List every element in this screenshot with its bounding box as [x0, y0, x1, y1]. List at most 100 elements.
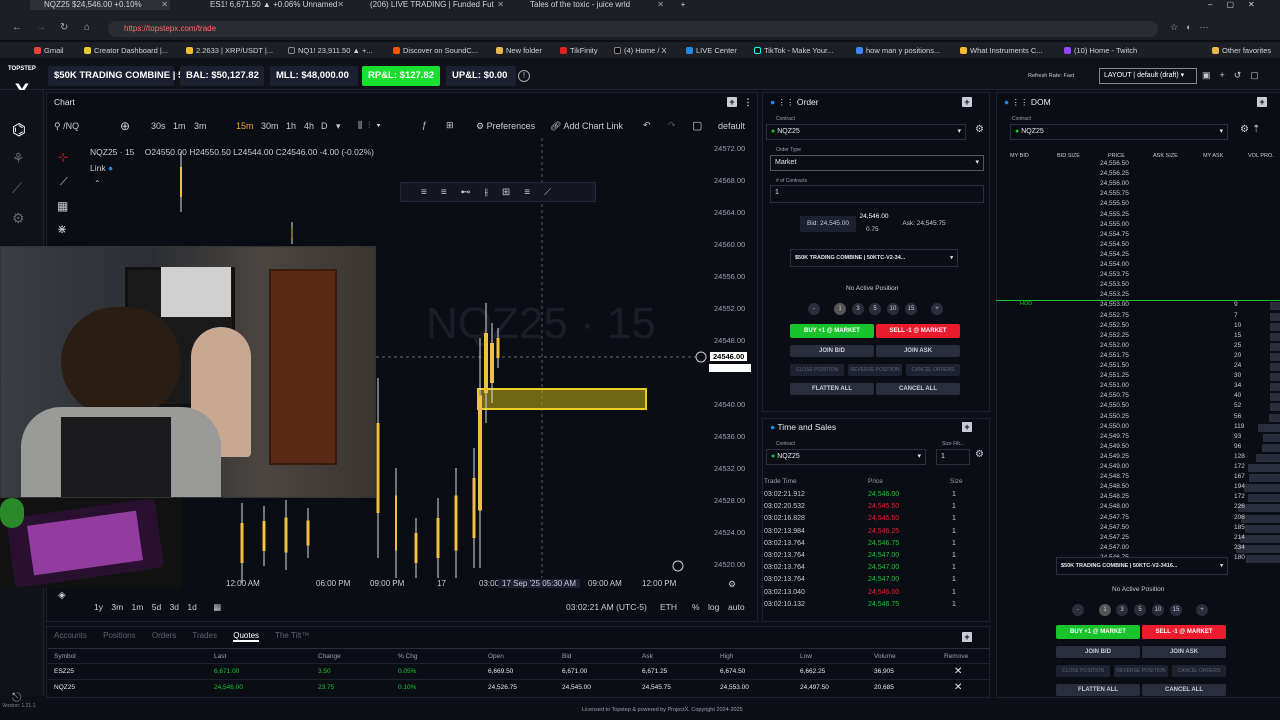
dom-sell-market-button[interactable]: SELL -1 @ MARKET [1142, 625, 1226, 639]
bid-button[interactable]: Bid: 24,545.00 [800, 216, 856, 232]
qty-minus[interactable]: - [808, 303, 820, 315]
order-contract-select[interactable]: ● NQZ25 ▾ [766, 124, 966, 140]
dom-join-ask-button[interactable]: JOIN ASK [1142, 646, 1226, 658]
reload-icon[interactable]: ↻ [60, 22, 68, 33]
layout-grid-icon[interactable]: ⊞ [446, 120, 454, 131]
account-select[interactable]: $50K TRADING COMBINE | 5... ▾ [48, 66, 191, 101]
dom-price[interactable]: 24,549.25 [1100, 453, 1129, 460]
dom-close-position-button[interactable]: CLOSE POSITION [1056, 665, 1110, 677]
tab-trades[interactable]: Trades [192, 631, 217, 640]
forward-icon[interactable]: → [36, 22, 46, 33]
add-panel-icon[interactable]: + [1257, 97, 1267, 107]
dom-price[interactable]: 24,553.25 [1100, 291, 1129, 298]
percent-toggle[interactable]: % [692, 602, 700, 612]
tab-quotes[interactable]: Quotes [233, 631, 260, 642]
new-tab-icon[interactable]: + [676, 0, 690, 10]
gear-icon[interactable]: ⚙ [975, 124, 984, 135]
tf-4h[interactable]: 4h [304, 121, 314, 131]
dom-contract-select[interactable]: ● NQZ25 ▾ [1010, 124, 1228, 140]
dom-price[interactable]: 24,556.00 [1100, 180, 1129, 187]
dom-join-bid-button[interactable]: JOIN BID [1056, 646, 1140, 658]
dom-price[interactable]: 24,555.25 [1100, 211, 1129, 218]
dom-price[interactable]: 24,552.75 [1100, 312, 1129, 319]
dom-buy-market-button[interactable]: BUY +1 @ MARKET [1056, 625, 1140, 639]
bookmark[interactable]: TikFinity [560, 46, 598, 55]
add-panel-icon[interactable]: + [962, 422, 972, 432]
tf-1m[interactable]: 1m [173, 121, 186, 131]
gear-icon[interactable]: ⚙ [975, 449, 984, 460]
refresh-rate[interactable]: Refresh Rate: Fast [1028, 73, 1074, 79]
add-chart-link-button[interactable]: 🔗︎ Add Chart Link [550, 121, 623, 132]
flatten-all-button[interactable]: FLATTEN ALL [790, 383, 874, 395]
dom-cancel-orders-button[interactable]: CANCEL ORDERS [1172, 665, 1226, 677]
quote-row[interactable]: NQZ25 24,546.00 23.75 0.10% 24,526.75 24,545.… [48, 679, 990, 694]
log-toggle[interactable]: log [708, 602, 719, 612]
quote-row[interactable]: ESZ25 6,671.00 3.50 0.05% 6,669.50 6,671.00 6,… [48, 663, 990, 678]
join-bid-button[interactable]: JOIN BID [790, 345, 874, 357]
back-icon[interactable]: ← [12, 22, 22, 33]
session-toggle[interactable]: ETH [660, 602, 677, 612]
bookmark[interactable]: Discover on SoundC... [393, 46, 478, 55]
size-filter-input[interactable]: 1 [936, 449, 970, 465]
bookmark-folder[interactable]: Other favorites [1212, 46, 1271, 55]
qty-plus[interactable]: + [1196, 604, 1208, 616]
ts-contract-select[interactable]: ● NQZ25 ▾ [766, 449, 926, 465]
auto-toggle[interactable]: auto [728, 602, 745, 612]
remove-icon[interactable]: ✕ [954, 664, 962, 679]
qty-5[interactable]: 5 [1134, 604, 1146, 616]
tf-d[interactable]: D [321, 121, 328, 131]
qty-3[interactable]: 3 [1116, 604, 1128, 616]
dom-account-select[interactable]: $50K TRADING COMBINE | 50KTC-V2-3416... ▾ [1056, 557, 1228, 575]
layout-select[interactable]: LAYOUT | default (draft) ▾ [1099, 68, 1197, 84]
axis-settings-icon[interactable]: ⚙ [728, 579, 736, 590]
dom-price[interactable]: 24,555.00 [1100, 221, 1129, 228]
tab-orders[interactable]: Orders [152, 631, 176, 640]
tab-tilt[interactable]: The Tilt™ [275, 631, 309, 640]
dom-price[interactable]: 24,551.25 [1100, 372, 1129, 379]
add-panel-icon[interactable]: + [962, 97, 972, 107]
ask-button[interactable]: Ask: 24,545.75 [896, 216, 952, 232]
bookmark[interactable]: New folder [496, 46, 542, 55]
add-panel-icon[interactable]: + [727, 97, 737, 107]
dom-reverse-position-button[interactable]: REVERSE POSITION [1114, 665, 1168, 677]
close-position-button[interactable]: CLOSE POSITION [790, 364, 844, 376]
dom-price[interactable]: 24,553.50 [1100, 281, 1129, 288]
dom-price[interactable]: 24,556.25 [1100, 170, 1129, 177]
dom-price[interactable]: 24,547.25 [1100, 534, 1129, 541]
dom-price[interactable]: 24,551.50 [1100, 362, 1129, 369]
legend-link[interactable]: Link ● [90, 163, 113, 173]
browser-extension-icons[interactable]: ☆◐⋯ [1170, 22, 1270, 36]
close-icon[interactable]: ✕ [657, 0, 664, 10]
bookmark[interactable]: how man y positions... [856, 46, 940, 55]
analytics-nav-icon[interactable]: ⟋ [12, 180, 22, 197]
browser-tab[interactable]: ES1! 6,671.50 ▲ +0.06% Unnamed ✕ [196, 0, 346, 10]
dom-price[interactable]: 24,548.00 [1100, 503, 1129, 510]
tf-15m[interactable]: 15m [236, 121, 254, 131]
contracts-input[interactable]: 1 [770, 185, 984, 203]
symbol-search[interactable]: ⚲ /NQ [54, 121, 79, 132]
dom-settings-icons[interactable]: ⚙⇡ [1240, 124, 1263, 135]
qty-10[interactable]: 10 [887, 303, 899, 315]
dom-price[interactable]: 24,547.00 [1100, 544, 1129, 551]
browser-tab[interactable]: NQZ25 $24,546.00 +0.10% ✕ [30, 0, 170, 10]
range-1y[interactable]: 1y [94, 602, 103, 612]
range-1d[interactable]: 1d [187, 602, 196, 612]
qty-minus[interactable]: - [1072, 604, 1084, 616]
dom-price[interactable]: 24,554.50 [1100, 241, 1129, 248]
order-account-select[interactable]: $50K TRADING COMBINE | 50KTC-V2-34... ▾ [790, 249, 958, 267]
close-icon[interactable]: ✕ [161, 0, 168, 10]
dom-price[interactable]: 24,553.75 [1100, 271, 1129, 278]
join-ask-button[interactable]: JOIN ASK [876, 345, 960, 357]
dom-price[interactable]: 24,549.00 [1100, 463, 1129, 470]
range-5d[interactable]: 5d [152, 602, 161, 612]
dom-price[interactable]: 24,550.25 [1100, 413, 1129, 420]
remove-icon[interactable]: ✕ [954, 680, 962, 695]
bookmark[interactable]: 2.2633 | XRP/USDT |... [186, 46, 273, 55]
browser-tab[interactable]: Tales of the toxic - juice wrld ✕ [516, 0, 666, 10]
cancel-orders-button[interactable]: CANCEL ORDERS [906, 364, 960, 376]
dom-flatten-all-button[interactable]: FLATTEN ALL [1056, 684, 1140, 696]
range-1m[interactable]: 1m [132, 602, 144, 612]
qty-1[interactable]: 1 [834, 303, 846, 315]
tf-1h[interactable]: 1h [286, 121, 296, 131]
range-3d[interactable]: 3d [170, 602, 179, 612]
